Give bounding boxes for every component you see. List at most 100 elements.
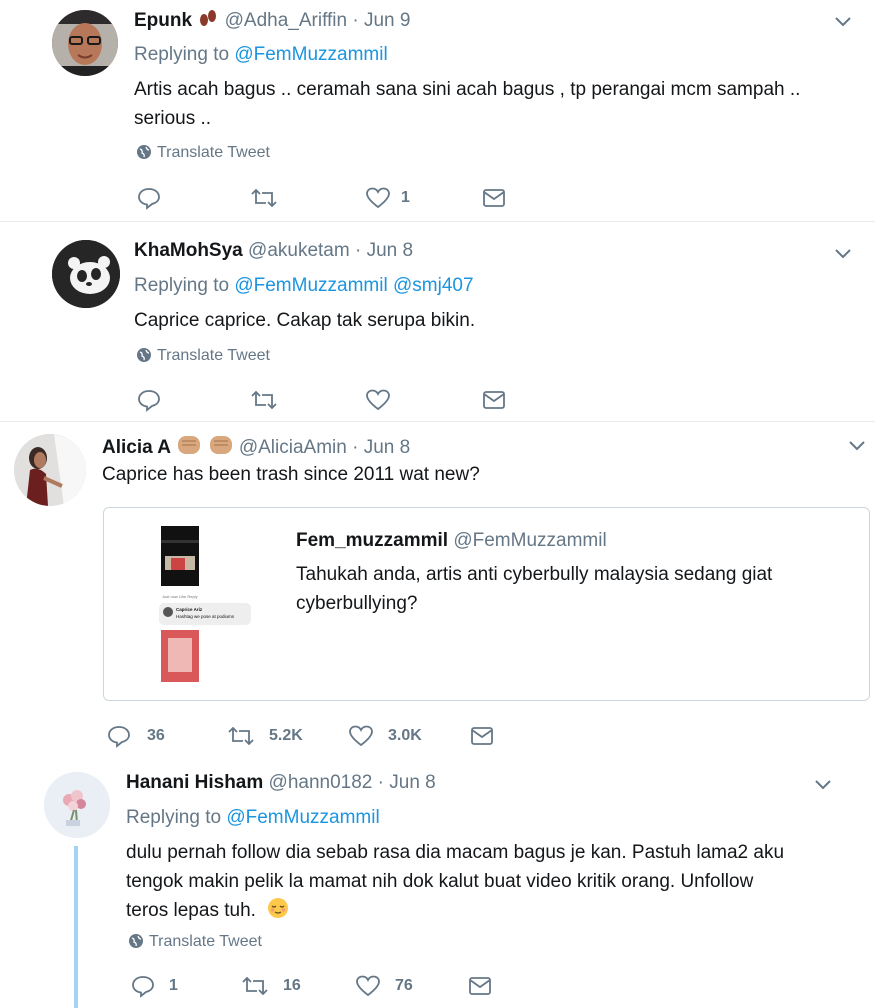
- tweet-header: KhaMohSya @akuketam · Jun 8: [134, 239, 413, 263]
- tweet-epunk[interactable]: Epunk @Adha_Ariffin · Jun 9 Replying to …: [0, 0, 875, 222]
- relieved-face-emoji: [267, 897, 289, 928]
- display-name[interactable]: Hanani Hisham: [126, 772, 263, 793]
- direct-message-button[interactable]: [467, 972, 493, 1000]
- tweet-hanani[interactable]: Hanani Hisham @hann0182 · Jun 8 Replying…: [0, 760, 875, 1008]
- reply-button[interactable]: 1: [131, 972, 178, 1000]
- replying-to: Replying to @FemMuzzammil: [126, 807, 380, 828]
- reply-icon: [138, 188, 160, 210]
- reply-icon: [132, 976, 154, 998]
- tweet-text: Artis acah bagus .. ceramah sana sini ac…: [134, 79, 801, 129]
- reply-count: 36: [147, 727, 165, 744]
- translate-tweet-link[interactable]: Translate Tweet: [136, 143, 270, 163]
- like-count: 76: [395, 977, 413, 994]
- envelope-icon: [483, 189, 505, 207]
- fist-emoji: [176, 432, 202, 463]
- reply-button[interactable]: [137, 386, 161, 414]
- retweet-icon: [251, 188, 277, 208]
- user-handle[interactable]: @akuketam: [248, 240, 350, 261]
- chevron-down-icon[interactable]: [812, 773, 834, 795]
- display-name[interactable]: KhaMohSya: [134, 240, 243, 261]
- heart-icon: [366, 389, 390, 411]
- tweet-text: Caprice caprice. Cakap tak serupa bikin.: [134, 310, 476, 331]
- user-handle[interactable]: @Adha_Ariffin: [225, 10, 347, 31]
- quoted-display-name[interactable]: Fem_muzzammil: [296, 530, 448, 551]
- tweet-text: Caprice has been trash since 2011 wat ne…: [102, 464, 480, 485]
- quoted-handle[interactable]: @FemMuzzammil: [453, 530, 606, 551]
- avatar[interactable]: [52, 10, 118, 76]
- chevron-down-icon[interactable]: [832, 242, 854, 264]
- tweet-date[interactable]: Jun 8: [367, 240, 413, 261]
- tweet-header: Hanani Hisham @hann0182 · Jun 8: [126, 771, 436, 795]
- quoted-tweet[interactable]: Just now Like Reply Caprice Ariz Hashtag…: [103, 507, 870, 701]
- heart-icon: [366, 187, 390, 209]
- globe-icon: [137, 145, 151, 159]
- retweet-count: 5.2K: [269, 727, 303, 744]
- reply-icon: [138, 390, 160, 412]
- translate-tweet-link[interactable]: Translate Tweet: [128, 932, 262, 952]
- separator-dot: ·: [352, 437, 359, 458]
- thumb-caption: Just now Like Reply: [162, 594, 198, 599]
- display-name[interactable]: Epunk: [134, 10, 192, 31]
- tweet-text: dulu pernah follow dia sebab rasa dia ma…: [126, 838, 846, 928]
- tweet-date[interactable]: Jun 8: [364, 437, 410, 458]
- retweet-icon: [242, 976, 268, 996]
- retweet-button[interactable]: 5.2K: [227, 722, 303, 750]
- heart-icon: [349, 725, 373, 747]
- reply-icon: [108, 726, 130, 748]
- tweet-date[interactable]: Jun 8: [389, 772, 435, 793]
- translate-tweet-link[interactable]: Translate Tweet: [136, 346, 270, 366]
- user-handle[interactable]: @hann0182: [269, 772, 373, 793]
- direct-message-button[interactable]: [481, 386, 507, 414]
- like-button[interactable]: 3.0K: [348, 722, 422, 750]
- reply-button[interactable]: 36: [107, 722, 165, 750]
- retweet-button[interactable]: [250, 184, 278, 212]
- chevron-down-icon[interactable]: [832, 10, 854, 32]
- retweet-count: 16: [283, 977, 301, 994]
- mention-link[interactable]: @FemMuzzammil: [226, 807, 379, 828]
- tweet-actions: 1 16 76: [131, 972, 531, 1000]
- tweet-alicia[interactable]: Alicia A @AliciaAmin · Jun 8 Caprice has…: [0, 422, 875, 760]
- envelope-icon: [469, 977, 491, 995]
- like-button[interactable]: 1: [365, 184, 410, 212]
- direct-message-button[interactable]: [481, 184, 507, 212]
- retweet-icon: [251, 390, 277, 410]
- tweet-date[interactable]: Jun 9: [364, 10, 410, 31]
- like-count: 1: [401, 189, 410, 206]
- retweet-icon: [228, 726, 254, 746]
- tweet-khamohsya[interactable]: KhaMohSya @akuketam · Jun 8 Replying to …: [0, 222, 875, 422]
- replying-to: Replying to @FemMuzzammil: [134, 44, 388, 65]
- display-name[interactable]: Alicia A: [102, 437, 171, 458]
- tweet-actions: [137, 386, 537, 414]
- like-button[interactable]: 76: [355, 972, 413, 1000]
- separator-dot: ·: [377, 772, 384, 793]
- separator-dot: ·: [352, 10, 359, 31]
- like-button[interactable]: [365, 386, 391, 414]
- direct-message-button[interactable]: [469, 722, 495, 750]
- avatar[interactable]: [14, 434, 86, 506]
- avatar[interactable]: [52, 240, 120, 308]
- retweet-button[interactable]: [250, 386, 278, 414]
- thumb-comment-author: Caprice Ariz: [176, 607, 203, 612]
- quoted-header: Fem_muzzammil @FemMuzzammil: [296, 530, 607, 552]
- globe-icon: [137, 348, 151, 362]
- like-count: 3.0K: [388, 727, 422, 744]
- user-handle[interactable]: @AliciaAmin: [239, 437, 347, 458]
- heart-icon: [356, 975, 380, 997]
- thumb-comment-text: Hashtag we pose at podiums: [176, 614, 235, 619]
- mention-link[interactable]: @FemMuzzammil: [234, 275, 387, 296]
- tweet-header: Alicia A @AliciaAmin · Jun 8: [102, 432, 410, 463]
- quoted-tweet-image[interactable]: Just now Like Reply Caprice Ariz Hashtag…: [156, 520, 256, 685]
- avatar[interactable]: [44, 772, 110, 838]
- separator-dot: ·: [354, 240, 362, 261]
- retweet-button[interactable]: 16: [241, 972, 301, 1000]
- reply-button[interactable]: [137, 184, 161, 212]
- reply-count: 1: [169, 977, 178, 994]
- thread-connector: [74, 846, 78, 1008]
- quoted-text: Tahukah anda, artis anti cyberbully mala…: [296, 564, 773, 614]
- mention-link[interactable]: @smj407: [393, 275, 474, 296]
- envelope-icon: [471, 727, 493, 745]
- tweet-header: Epunk @Adha_Ariffin · Jun 9: [134, 7, 410, 36]
- mention-link[interactable]: @FemMuzzammil: [234, 44, 387, 65]
- globe-icon: [129, 934, 143, 948]
- chevron-down-icon[interactable]: [846, 434, 868, 456]
